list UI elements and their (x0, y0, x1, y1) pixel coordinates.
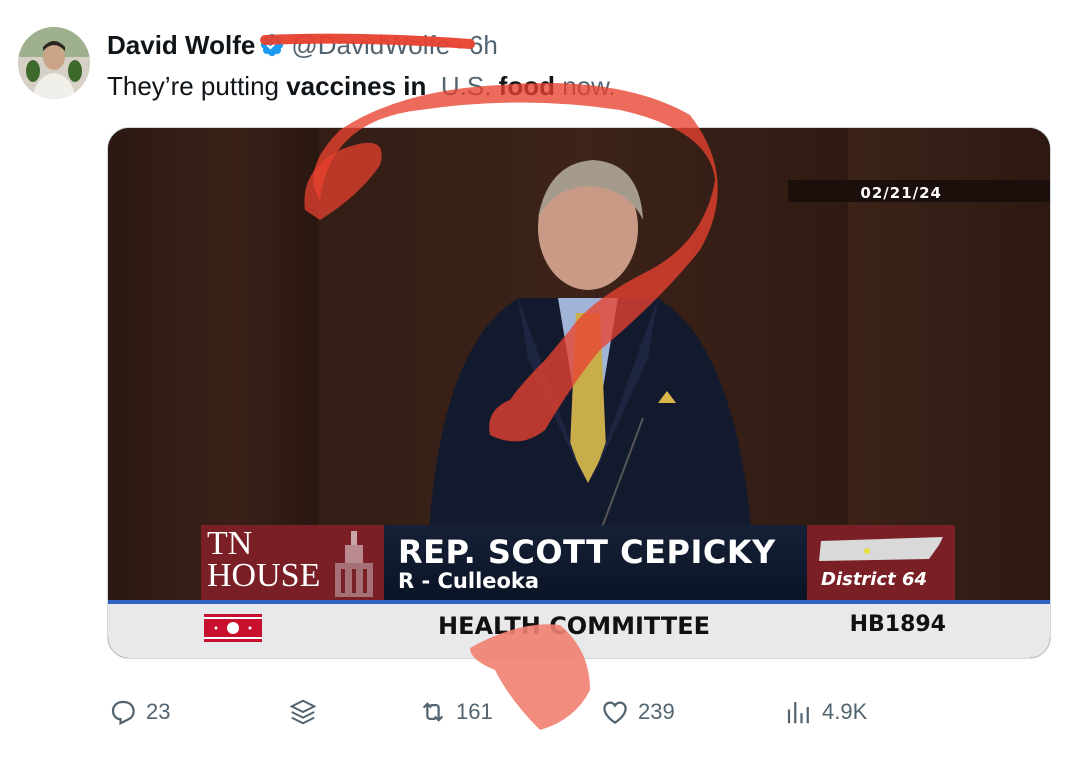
committee-bar: HEALTH COMMITTEE HB1894 (108, 604, 1050, 658)
tn-house-logo: TN HOUSE (201, 525, 384, 600)
like-count: 239 (638, 699, 675, 724)
reply-count: 23 (146, 699, 171, 724)
lower-third: TN HOUSE REP. SCOTT CEPICKY R - Culleoka… (201, 525, 955, 600)
layers-icon (289, 699, 317, 725)
tn-house-line2: HOUSE (207, 557, 321, 594)
video-date: 02/21/24 (860, 184, 942, 202)
tennessee-flag-icon (204, 614, 262, 642)
district-box: District 64 (807, 525, 955, 600)
repost-count: 161 (456, 699, 493, 724)
like-button[interactable]: 239 (600, 690, 675, 734)
district-label: District 64 (821, 569, 928, 590)
speaker-figure (428, 160, 753, 548)
tweet-video[interactable]: 02/21/24 TN HOUSE REP. SCOTT CEPICKY R -… (107, 127, 1051, 659)
committee-name: HEALTH COMMITTEE (438, 612, 710, 640)
tweet-text-bold2: food (498, 71, 555, 101)
tweet-text-part1: They’re putting (107, 71, 287, 101)
tweet-text-part3: now. (554, 71, 616, 101)
tweet-text: They’re putting vaccines in U.S. food no… (107, 70, 616, 102)
speaker-name: REP. SCOTT CEPICKY (398, 533, 776, 571)
tennessee-map-icon (819, 537, 943, 561)
speaker-party: R - Culleoka (398, 569, 540, 593)
repost-button[interactable]: 161 (418, 690, 493, 734)
tweet-timestamp[interactable]: 6h (469, 30, 498, 61)
view-count: 4.9K (822, 699, 868, 724)
reply-button[interactable]: 23 (108, 690, 170, 734)
avatar-image (18, 27, 90, 99)
tweet-text-part2: U.S. (426, 71, 499, 101)
tweet-text-bold1: vaccines in (286, 71, 427, 101)
bill-number: HB1894 (849, 612, 946, 637)
capitol-building-icon (335, 531, 373, 597)
tn-house-line1: TN (207, 525, 253, 562)
views-button[interactable]: 4.9K (784, 690, 867, 734)
grok-button[interactable] (288, 690, 326, 734)
author-avatar[interactable] (18, 27, 90, 99)
tweet-header: David Wolfe @DavidWolfe · 6h (107, 28, 498, 62)
heart-icon (603, 701, 627, 724)
views-chart-icon (787, 702, 809, 724)
repost-icon (422, 702, 444, 722)
tweet-actions: 23 161 239 4.9K (0, 690, 1080, 734)
speaker-nameplate: REP. SCOTT CEPICKY R - Culleoka (384, 525, 807, 600)
reply-icon (111, 700, 135, 726)
author-name[interactable]: David Wolfe (107, 30, 255, 61)
author-handle[interactable]: @DavidWolfe (291, 30, 450, 61)
header-separator: · (455, 29, 464, 60)
verified-badge-icon (261, 33, 284, 57)
